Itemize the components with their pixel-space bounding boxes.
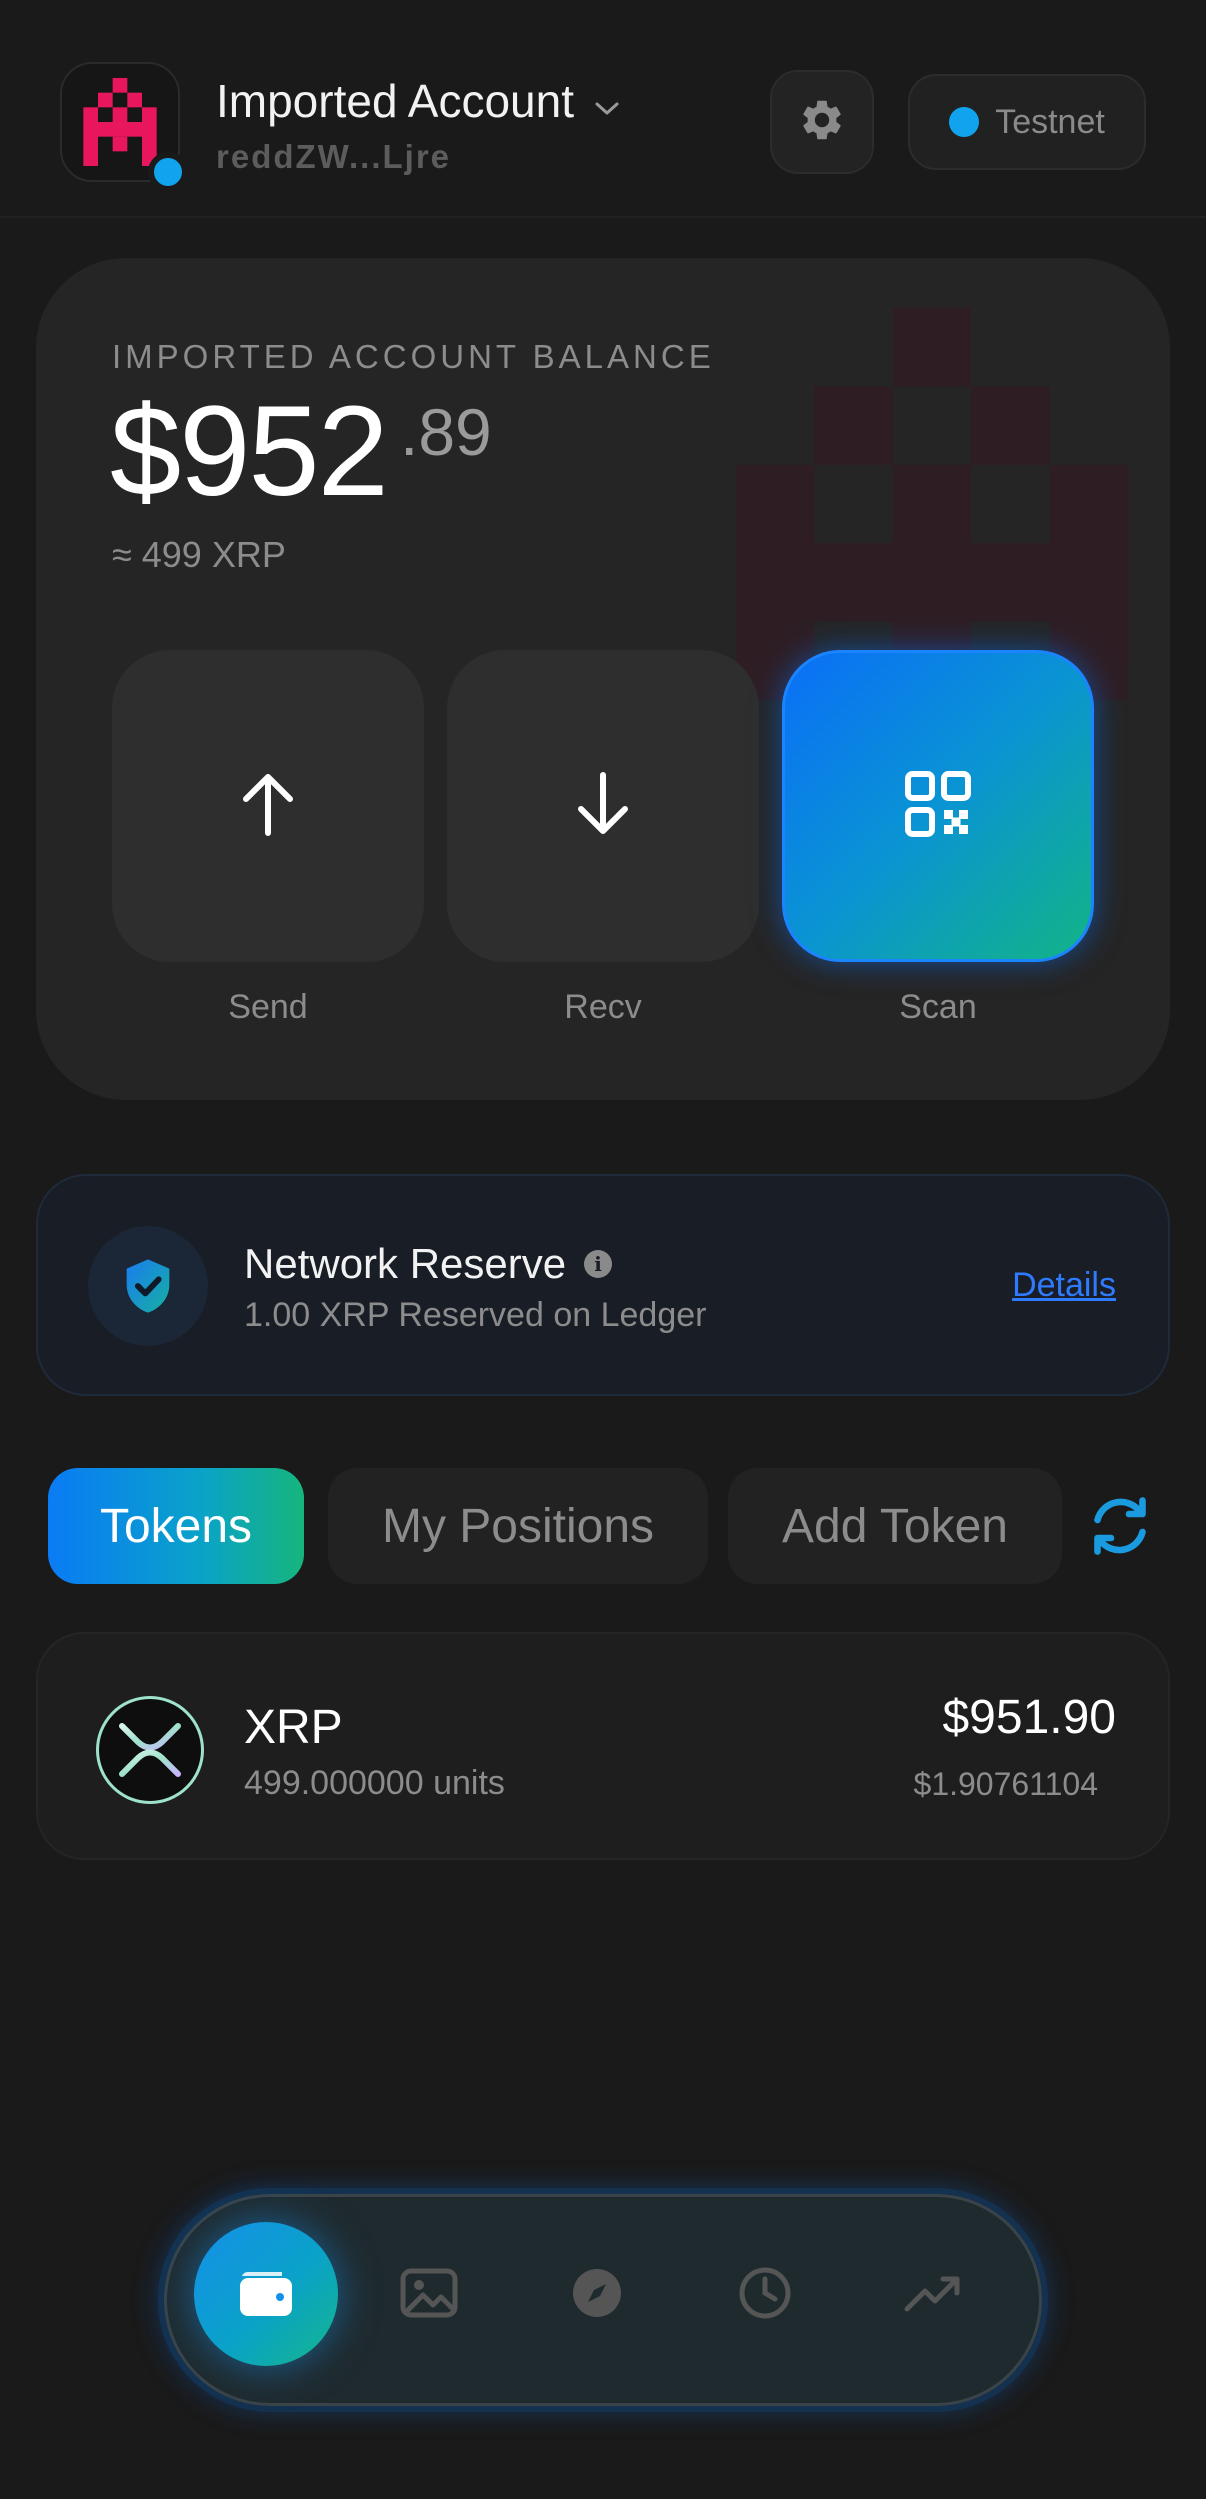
nav-gallery[interactable] (384, 2250, 474, 2340)
refresh-button[interactable] (1082, 1490, 1158, 1566)
account-avatar[interactable] (60, 62, 188, 192)
network-reserve-card: Network Reserve i 1.00 XRP Reserved on L… (36, 1174, 1170, 1396)
nav-wallet[interactable] (194, 2222, 338, 2366)
settings-button[interactable] (770, 70, 874, 174)
token-row-xrp[interactable]: XRP 499.000000 units $951.90 $1.90761104 (36, 1632, 1170, 1860)
scan-button[interactable] (782, 650, 1094, 962)
trending-up-icon (903, 2273, 963, 2318)
reserve-title-text: Network Reserve (244, 1240, 567, 1287)
compass-icon (569, 2265, 625, 2326)
xrp-logo-icon (96, 1696, 204, 1804)
image-icon (399, 2266, 459, 2325)
account-selector[interactable]: Imported Account (216, 74, 620, 128)
bottom-nav (158, 2188, 1048, 2412)
wallet-icon (234, 2264, 298, 2325)
tab-tokens[interactable]: Tokens (48, 1468, 304, 1584)
online-status-dot (148, 152, 188, 192)
send-button[interactable] (112, 650, 424, 962)
token-price: $1.90761104 (913, 1766, 1098, 1802)
tab-my-positions[interactable]: My Positions (328, 1468, 708, 1584)
balance-amount: $952 (110, 380, 389, 523)
token-units: 499.000000 units (244, 1764, 505, 1802)
tab-add-token[interactable]: Add Token (728, 1468, 1062, 1584)
wallet-screen: Imported Account reddZW...Ljre Testnet I… (0, 0, 1206, 2499)
token-name: XRP (244, 1701, 343, 1754)
balance-cents: .89 (400, 395, 492, 469)
token-value: $951.90 (942, 1691, 1116, 1744)
arrow-up-icon (238, 771, 298, 842)
network-status-dot (949, 107, 980, 137)
nav-markets[interactable] (888, 2250, 978, 2340)
account-address[interactable]: reddZW...Ljre (216, 138, 451, 176)
header: Imported Account reddZW...Ljre Testnet (0, 0, 1206, 218)
details-link[interactable]: Details (1012, 1266, 1116, 1305)
nav-history[interactable] (720, 2250, 810, 2340)
scan-label: Scan (899, 988, 977, 1026)
receive-button[interactable] (447, 650, 759, 962)
clock-icon (737, 2265, 793, 2326)
chevron-down-icon (594, 74, 620, 128)
qr-code-icon (905, 770, 971, 842)
network-label: Testnet (995, 102, 1105, 141)
balance-label: IMPORTED ACCOUNT BALANCE (112, 338, 715, 375)
send-label: Send (228, 988, 308, 1026)
receive-label: Recv (564, 988, 642, 1026)
account-name: Imported Account (216, 75, 574, 127)
balance-card: IMPORTED ACCOUNT BALANCE $952 .89 ≈ 499 … (36, 258, 1170, 1100)
shield-check-icon (88, 1226, 208, 1346)
reserve-subtitle: 1.00 XRP Reserved on Ledger (244, 1296, 707, 1334)
balance-approx-xrp: ≈ 499 XRP (112, 534, 286, 575)
info-icon[interactable]: i (584, 1250, 613, 1278)
refresh-icon (1084, 1490, 1156, 1567)
network-selector[interactable]: Testnet (908, 74, 1146, 170)
arrow-down-icon (573, 771, 633, 842)
nav-explore[interactable] (552, 2250, 642, 2340)
gear-icon (798, 96, 846, 149)
watermark-logo-icon (736, 308, 1128, 705)
reserve-title: Network Reserve i (244, 1240, 613, 1288)
